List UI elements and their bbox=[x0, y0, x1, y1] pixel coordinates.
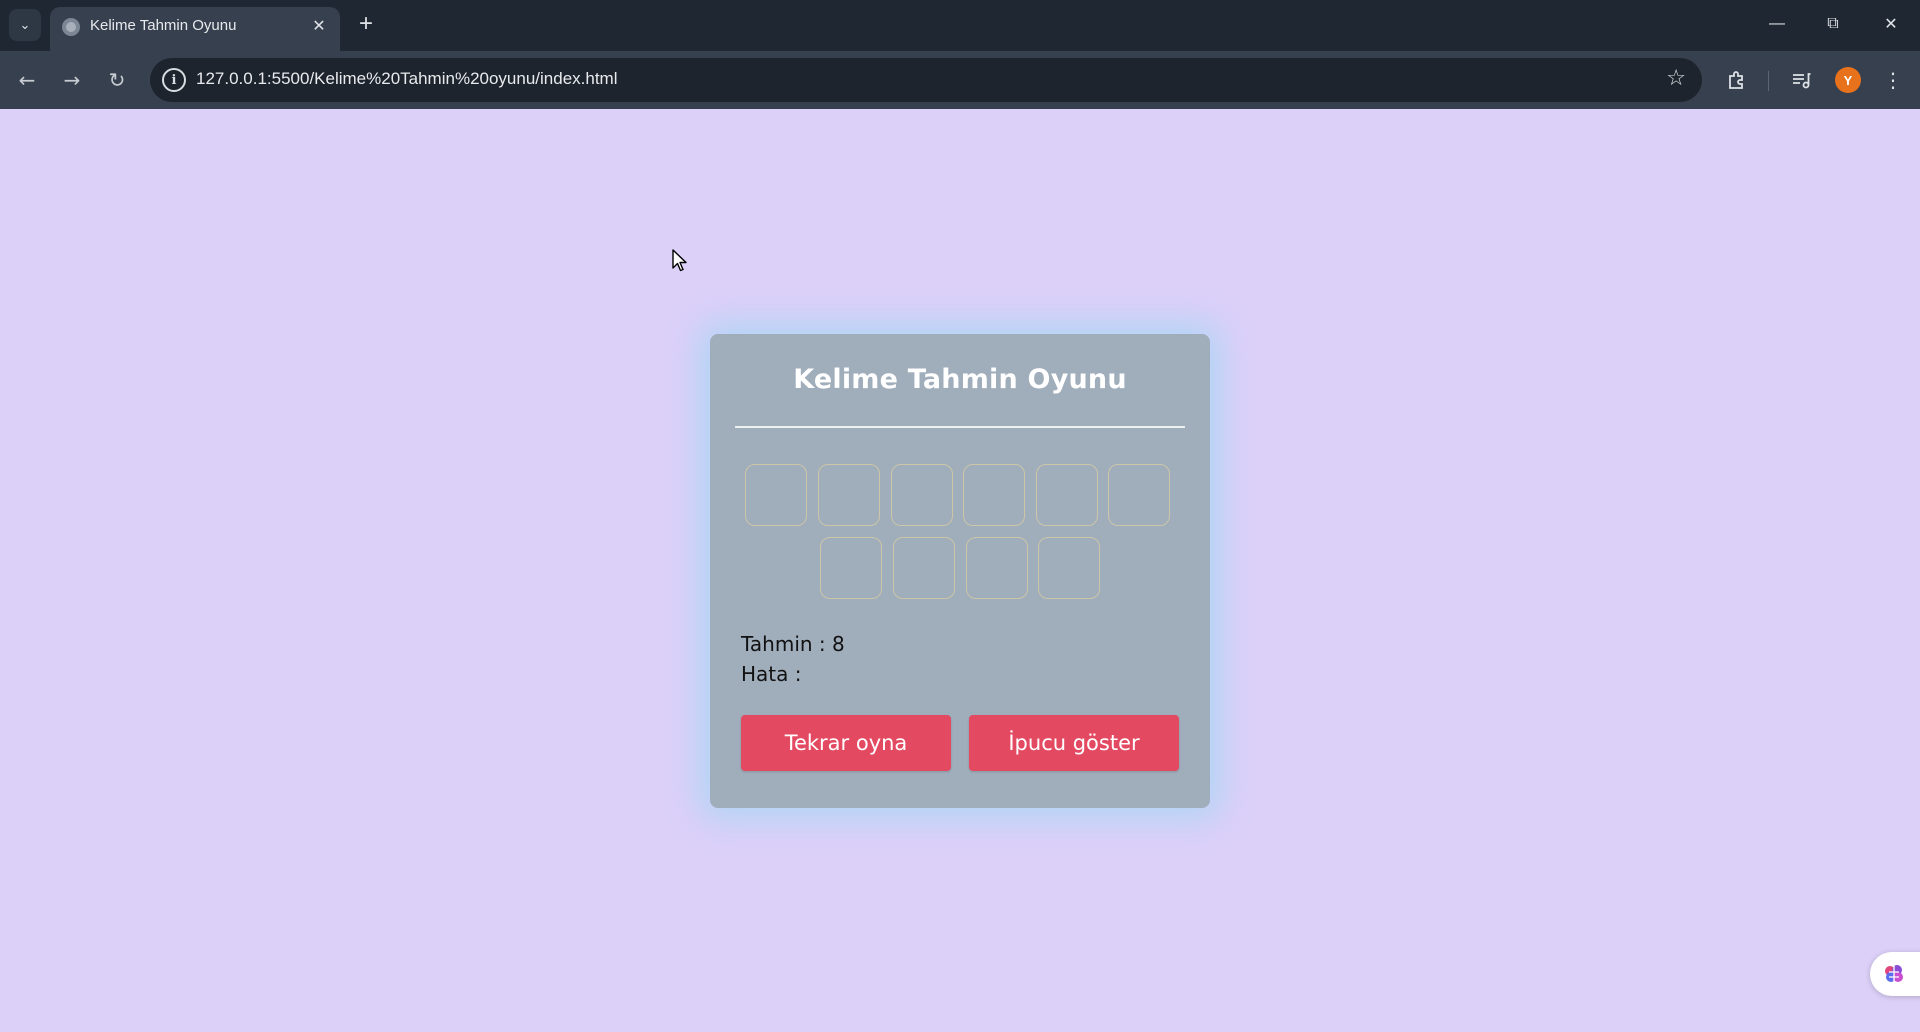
letter-box bbox=[963, 464, 1025, 526]
letter-box bbox=[891, 464, 953, 526]
error-list: Hata : bbox=[741, 662, 802, 686]
forward-icon[interactable]: → bbox=[56, 64, 88, 96]
avatar[interactable]: Y bbox=[1835, 67, 1861, 93]
tab-search-icon[interactable]: ⌄ bbox=[9, 9, 41, 41]
close-icon[interactable]: ✕ bbox=[308, 14, 330, 36]
reload-icon[interactable]: ↻ bbox=[101, 64, 133, 96]
letter-box bbox=[966, 537, 1028, 599]
address-bar[interactable]: i 127.0.0.1:5500/Kelime%20Tahmin%20oyunu… bbox=[150, 58, 1702, 102]
toolbar-divider bbox=[1768, 71, 1769, 91]
letter-box bbox=[745, 464, 807, 526]
site-info-icon[interactable]: i bbox=[162, 68, 186, 92]
letter-box bbox=[820, 537, 882, 599]
star-icon[interactable]: ☆ bbox=[1666, 66, 1686, 91]
brain-icon bbox=[1885, 965, 1903, 982]
minimize-icon[interactable]: — bbox=[1757, 8, 1797, 40]
restart-button[interactable]: Tekrar oyna bbox=[741, 715, 951, 771]
guess-count: Tahmin : 8 bbox=[741, 632, 845, 656]
extensions-icon[interactable] bbox=[1722, 65, 1752, 95]
hint-button[interactable]: İpucu göster bbox=[969, 715, 1179, 771]
letter-box bbox=[893, 537, 955, 599]
restore-icon[interactable]: ⧉ bbox=[1813, 8, 1853, 40]
media-icon[interactable] bbox=[1786, 65, 1816, 95]
title-divider bbox=[735, 426, 1185, 428]
back-icon[interactable]: ← bbox=[11, 64, 43, 96]
game-card: Kelime Tahmin Oyunu Tahmin : 8 Hata : Te… bbox=[710, 334, 1210, 808]
extension-widget[interactable] bbox=[1870, 952, 1920, 996]
cursor-icon bbox=[672, 249, 688, 277]
game-title: Kelime Tahmin Oyunu bbox=[793, 364, 1127, 395]
favicon-icon bbox=[62, 18, 80, 36]
plus-icon[interactable]: + bbox=[352, 10, 380, 38]
letter-box bbox=[1038, 537, 1100, 599]
letter-box bbox=[1108, 464, 1170, 526]
tab-title: Kelime Tahmin Oyunu bbox=[90, 17, 237, 34]
menu-icon[interactable]: ⋮ bbox=[1878, 65, 1908, 95]
window-close-icon[interactable]: ✕ bbox=[1871, 8, 1911, 40]
browser-tab-bar: ⌄ Kelime Tahmin Oyunu ✕ + — ⧉ ✕ bbox=[0, 0, 1920, 51]
browser-toolbar: ← → ↻ i 127.0.0.1:5500/Kelime%20Tahmin%2… bbox=[0, 51, 1920, 109]
browser-tab[interactable]: Kelime Tahmin Oyunu ✕ bbox=[50, 7, 340, 51]
url-text[interactable]: 127.0.0.1:5500/Kelime%20Tahmin%20oyunu/i… bbox=[196, 69, 618, 89]
letter-box bbox=[818, 464, 880, 526]
letter-box bbox=[1036, 464, 1098, 526]
